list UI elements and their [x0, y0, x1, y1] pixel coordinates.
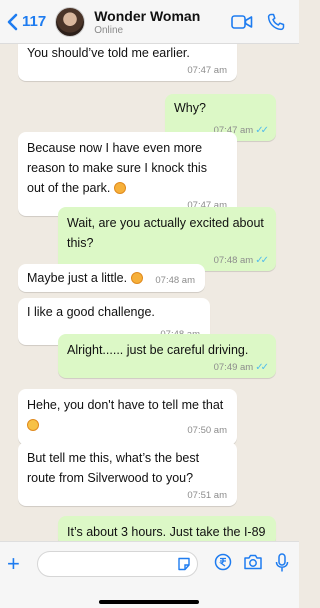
message-text: Alright...... just be careful driving.	[67, 343, 249, 357]
message-incoming[interactable]: Hehe, you don't have to tell me that 07:…	[18, 389, 237, 445]
microphone-icon[interactable]	[275, 553, 289, 573]
message-time: 07:50 am	[187, 425, 227, 436]
tongue-emoji-icon	[27, 419, 39, 431]
read-receipt-icon: ✓✓	[255, 362, 269, 373]
message-text: It’s about 3 hours. Just take the I-89	[67, 525, 266, 539]
read-receipt-icon: ✓✓	[255, 125, 269, 136]
message-time: 07:49 am	[213, 362, 254, 373]
contact-name: Wonder Woman	[94, 7, 201, 24]
back-button[interactable]: 117	[6, 13, 46, 31]
message-input[interactable]	[37, 551, 198, 577]
home-indicator	[99, 600, 199, 604]
message-incoming[interactable]: Maybe just a little. 07:48 am	[18, 264, 205, 292]
message-text: You should’ve told me earlier.	[27, 46, 190, 60]
message-text: But tell me this, what’s the best route …	[27, 451, 200, 485]
grinning-emoji-icon	[113, 182, 126, 194]
message-time: 07:48 am	[155, 275, 195, 286]
message-text: Why?	[174, 101, 206, 115]
message-composer: +	[0, 541, 299, 608]
video-camera-icon	[231, 14, 253, 29]
message-text: Wait, are you actually excited about thi…	[67, 216, 264, 250]
phone-icon	[267, 13, 285, 30]
avatar[interactable]	[55, 6, 86, 37]
message-time: 07:47 am	[187, 65, 227, 76]
grinning-emoji-icon	[130, 272, 143, 284]
rupee-icon[interactable]	[214, 553, 232, 571]
message-text: I like a good challenge.	[27, 305, 155, 319]
video-call-button[interactable]	[231, 14, 253, 30]
contact-status: Online	[94, 24, 124, 36]
message-incoming[interactable]: But tell me this, what’s the best route …	[18, 442, 237, 506]
camera-icon[interactable]	[243, 553, 263, 571]
message-time: 07:51 am	[187, 490, 227, 501]
voice-call-button[interactable]	[267, 13, 285, 31]
message-text: Hehe, you don't have to tell me that	[27, 398, 224, 412]
message-text: Maybe just a little.	[27, 271, 128, 285]
read-receipt-icon: ✓✓	[255, 255, 269, 266]
message-outgoing[interactable]: Alright...... just be careful driving. 0…	[58, 334, 276, 378]
contact-info[interactable]: Wonder Woman Online	[94, 8, 200, 36]
chat-header: 117 Wonder Woman Online	[0, 0, 299, 44]
unread-count: 117	[22, 13, 47, 30]
sticker-icon[interactable]	[177, 557, 191, 571]
plus-icon[interactable]: +	[7, 553, 20, 575]
message-time: 07:48 am	[213, 255, 254, 266]
message-text: Because now I have even more reason to m…	[27, 141, 207, 195]
message-incoming[interactable]: Because now I have even more reason to m…	[18, 132, 237, 216]
chevron-left-icon	[7, 13, 18, 30]
message-outgoing[interactable]: Wait, are you actually excited about thi…	[58, 207, 276, 271]
